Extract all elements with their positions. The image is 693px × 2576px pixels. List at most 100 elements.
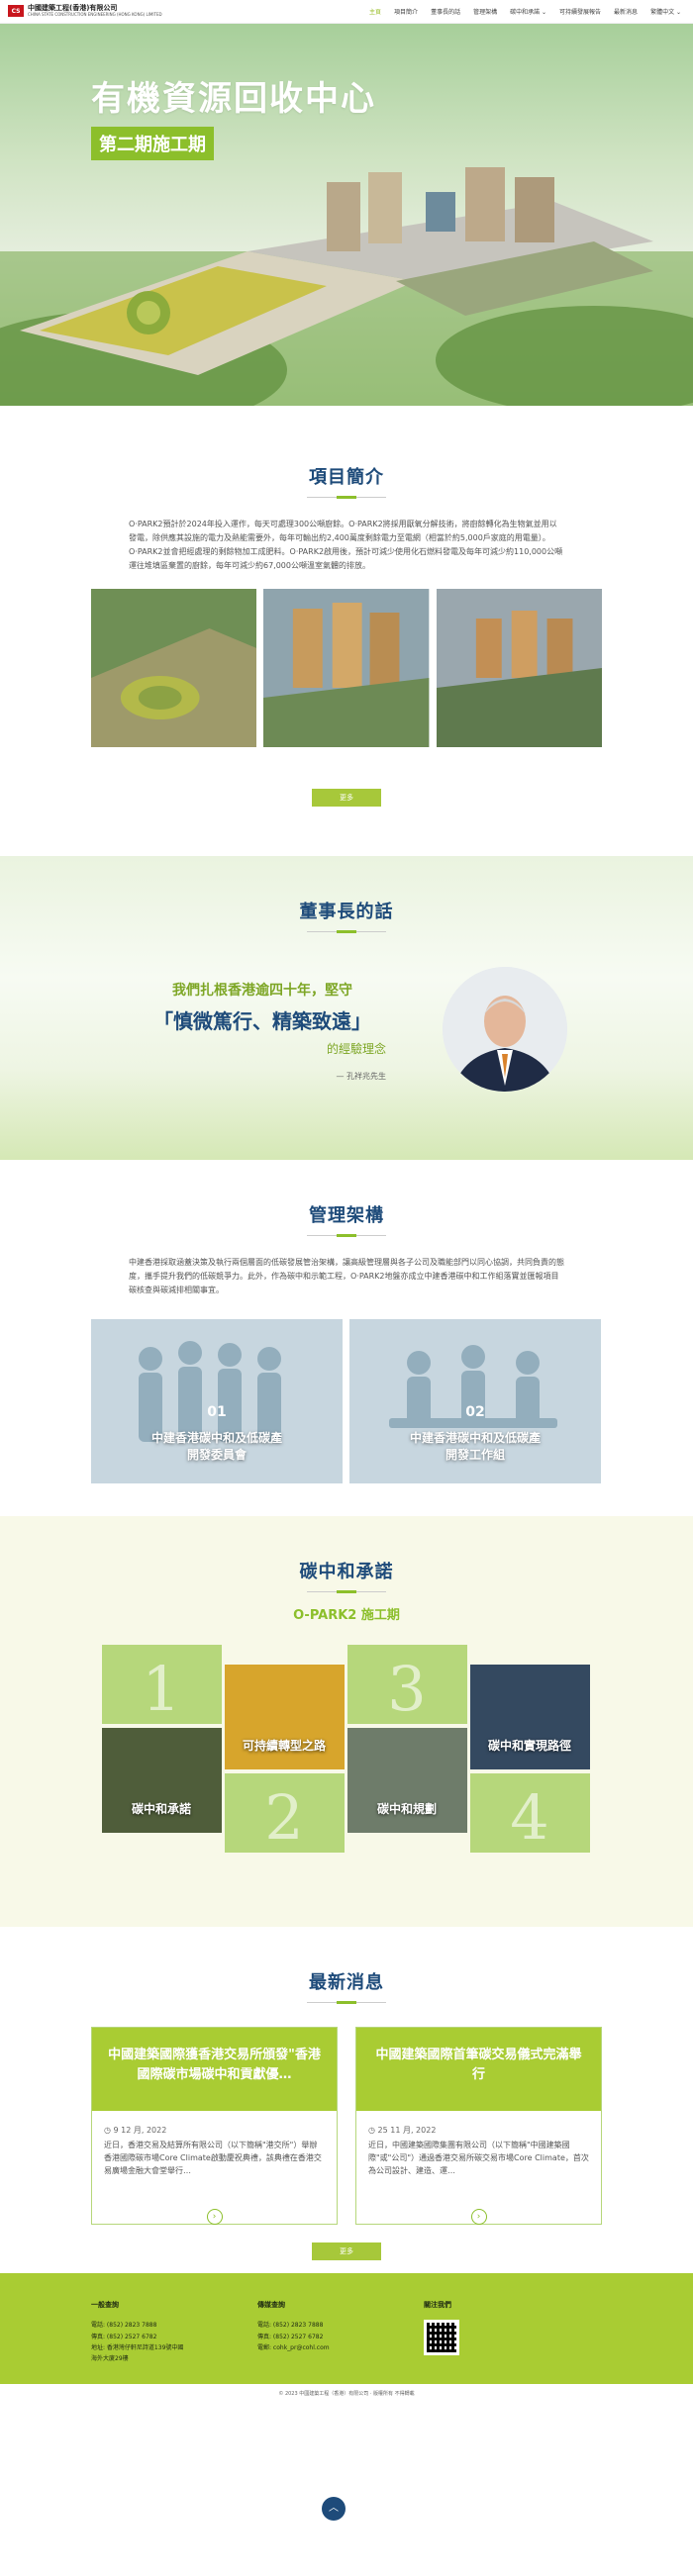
news-headline: 中國建築國際首筆碳交易儀式完滿舉行 (356, 2028, 601, 2111)
tile-label: 碳中和規劃 (376, 1802, 437, 1816)
intro-gallery (91, 589, 602, 747)
section-title: 管理架構 (309, 1205, 384, 1226)
commitment-tile[interactable]: 碳中和承諾 (101, 1728, 222, 1833)
media-enquiry: 傳媒查詢 電話: (852) 2823 7888 傳真: (852) 2527 … (257, 2299, 424, 2384)
project-intro-section: 項目簡介 O·PARK2預計於2024年投入運作，每天可處理300公噸廚餘。O·… (0, 406, 693, 856)
transition-tile[interactable]: 可持續轉型之路 (224, 1665, 345, 1769)
back-to-top-icon[interactable]: ︿ (322, 2497, 346, 2521)
tile-number: 2 (264, 1781, 304, 1853)
news-date: ◷ 9 12 月, 2022 (104, 2126, 167, 2135)
planning-tile[interactable]: 碳中和規劃 (346, 1728, 467, 1833)
footer-heading: 一般查詢 (91, 2301, 119, 2309)
follow-us: 關注我們 (424, 2299, 590, 2384)
arrow-right-icon[interactable]: › (470, 2209, 487, 2225)
nav-management[interactable]: 管理架構 (473, 7, 497, 16)
quote-signature: — 孔祥兆先生 (336, 1072, 386, 1081)
card-number: 01 (207, 1404, 227, 1420)
tile-label: 可持續轉型之路 (242, 1739, 326, 1753)
tile-number: 4 (510, 1781, 549, 1853)
section-subtitle: O-PARK2 施工期 (293, 1608, 400, 1623)
copyright: © 2023 中國建築工程（香港）有限公司 · 版權所有 不得轉載 (278, 2391, 415, 2397)
news-excerpt: 近日，香港交易及結算所有限公司（以下簡稱"港交所"）舉辦香港國際碳市場Core … (104, 2141, 322, 2175)
news-more-button[interactable]: 更多 (312, 2242, 381, 2260)
quote-line-1: 我們扎根香港逾四十年，堅守 (172, 983, 352, 999)
card-label: 中建香港碳中和及低碳產 開發工作組 (409, 1431, 541, 1462)
carbon-neutral-section: 碳中和承諾 O-PARK2 施工期 1 碳中和承諾 可持續轉型之路 2 3 碳中… (0, 1516, 693, 1927)
chairman-portrait (443, 967, 567, 1092)
footer-heading: 傳媒查詢 (257, 2301, 285, 2309)
committee-card[interactable]: 01 中建香港碳中和及低碳產 開發委員會 (91, 1319, 343, 1483)
card-number: 02 (465, 1404, 485, 1420)
section-title: 碳中和承諾 (299, 1562, 394, 1582)
news-card[interactable]: 中國建築國際首筆碳交易儀式完滿舉行 ◷ 25 11 月, 2022 近日，中國建… (355, 2027, 602, 2225)
footer-line: 傳真: (852) 2527 6782 (91, 2333, 157, 2340)
quote-line-2: 「慎微篤行、精築致遠」 (153, 1009, 371, 1033)
news-card[interactable]: 中國建築國際獲香港交易所頒發"香港國際碳市場碳中和貢獻優… ◷ 9 12 月, … (91, 2027, 338, 2225)
footer-line: 海外大廈29樓 (91, 2355, 129, 2363)
news-excerpt: 近日，中國建築國際集團有限公司（以下簡稱"中國建築國際"或"公司"）通過香港交易… (368, 2141, 589, 2175)
title-divider (307, 2001, 386, 2004)
footer-heading: 關注我們 (424, 2301, 451, 2309)
nav-home[interactable]: 主頁 (369, 7, 381, 16)
site-header: CS 中國建築工程(香港)有限公司 CHINA STATE CONSTRUCTI… (0, 0, 693, 24)
logo-icon: CS (8, 5, 24, 18)
section-title: 董事長的話 (299, 902, 394, 922)
gallery-image[interactable] (91, 589, 257, 747)
nav-carbon[interactable]: 碳中和承諾 ⌄ (510, 7, 546, 16)
footer-line: 傳真: (852) 2527 6782 (257, 2333, 324, 2340)
tile-number: 1 (142, 1653, 181, 1724)
qr-code-icon[interactable] (424, 2320, 459, 2356)
nav-report[interactable]: 可持續發展報告 (559, 7, 601, 16)
number-tile-2: 2 (224, 1773, 345, 1853)
management-cards: 01 中建香港碳中和及低碳產 開發委員會 02 中建香港碳中和及低碳產 開發工作… (91, 1319, 602, 1483)
nav-intro[interactable]: 項目簡介 (394, 7, 418, 16)
tile-label: 碳中和實現路徑 (487, 1739, 571, 1753)
management-section: 管理架構 中建香港採取涵蓋決策及執行兩個層面的低碳發展管治架構，讓高級管理層與各… (0, 1160, 693, 1516)
number-tile-3: 3 (346, 1645, 467, 1724)
hero-title: 有機資源回收中心 (91, 79, 376, 119)
logo-name-en: CHINA STATE CONSTRUCTION ENGINEERING (HO… (28, 12, 162, 18)
news-section: 最新消息 中國建築國際獲香港交易所頒發"香港國際碳市場碳中和貢獻優… ◷ 9 1… (0, 1927, 693, 2273)
number-tile-4: 4 (469, 1773, 590, 1853)
site-footer: 一般查詢 電話: (852) 2823 7888 傳真: (852) 2527 … (0, 2273, 693, 2384)
hero-banner: 有機資源回收中心 第二期施工期 (0, 24, 693, 406)
quote-line-3: 的經驗理念 (326, 1042, 386, 1056)
tile-label: 碳中和承諾 (131, 1802, 191, 1816)
title-divider (307, 496, 386, 499)
card-label: 中建香港碳中和及低碳產 開發委員會 (150, 1431, 282, 1462)
section-title: 最新消息 (309, 1972, 384, 1993)
section-title: 項目簡介 (309, 467, 384, 488)
footer-line: 地址: 香港灣仔軒尼詩道139號中國 (91, 2344, 184, 2352)
chairman-quote: 我們扎根香港逾四十年，堅守 「慎微篤行、精築致遠」 的經驗理念 — 孔祥兆先生 (139, 980, 386, 1082)
news-list: 中國建築國際獲香港交易所頒發"香港國際碳市場碳中和貢獻優… ◷ 9 12 月, … (91, 2027, 602, 2225)
arrow-right-icon[interactable]: › (206, 2209, 223, 2225)
footer-line: 電話: (852) 2823 7888 (91, 2322, 157, 2330)
intro-more-button[interactable]: 更多 (312, 789, 381, 807)
main-nav: 主頁 項目簡介 董事長的話 管理架構 碳中和承諾 ⌄ 可持續發展報告 最新消息 … (369, 7, 681, 16)
nav-news[interactable]: 最新消息 (614, 7, 638, 16)
title-divider (307, 1590, 386, 1593)
gallery-image[interactable] (436, 589, 602, 747)
facility-rendering (0, 167, 693, 406)
footer-line: 電話: (852) 2823 7888 (257, 2322, 324, 2330)
news-date: ◷ 25 11 月, 2022 (368, 2126, 437, 2135)
email-link[interactable]: 電郵: cohk_pr@cohl.com (257, 2342, 424, 2353)
title-divider (307, 1234, 386, 1237)
number-tile-1: 1 (101, 1645, 222, 1724)
commitment-grid: 1 碳中和承諾 可持續轉型之路 2 3 碳中和規劃 碳中和實現路徑 4 (101, 1645, 592, 1862)
pathway-tile[interactable]: 碳中和實現路徑 (469, 1665, 590, 1769)
page-bottom: ︿ (0, 2404, 693, 2526)
tile-number: 3 (387, 1653, 427, 1724)
management-text: 中建香港採取涵蓋決策及執行兩個層面的低碳發展管治架構，讓高級管理層與各子公司及職… (129, 1258, 564, 1294)
working-group-card[interactable]: 02 中建香港碳中和及低碳產 開發工作組 (349, 1319, 601, 1483)
chairman-section: 董事長的話 我們扎根香港逾四十年，堅守 「慎微篤行、精築致遠」 的經驗理念 — … (0, 856, 693, 1160)
general-enquiry: 一般查詢 電話: (852) 2823 7888 傳真: (852) 2527 … (91, 2299, 257, 2384)
hero-badge: 第二期施工期 (91, 127, 214, 160)
title-divider (307, 930, 386, 933)
gallery-image[interactable] (263, 589, 430, 747)
nav-chairman[interactable]: 董事長的話 (431, 7, 460, 16)
news-headline: 中國建築國際獲香港交易所頒發"香港國際碳市場碳中和貢獻優… (92, 2028, 337, 2111)
intro-text: O·PARK2預計於2024年投入運作，每天可處理300公噸廚餘。O·PARK2… (129, 520, 563, 570)
company-logo[interactable]: CS 中國建築工程(香港)有限公司 CHINA STATE CONSTRUCTI… (8, 5, 162, 18)
nav-language[interactable]: 繁體中文 ⌄ (650, 7, 681, 16)
